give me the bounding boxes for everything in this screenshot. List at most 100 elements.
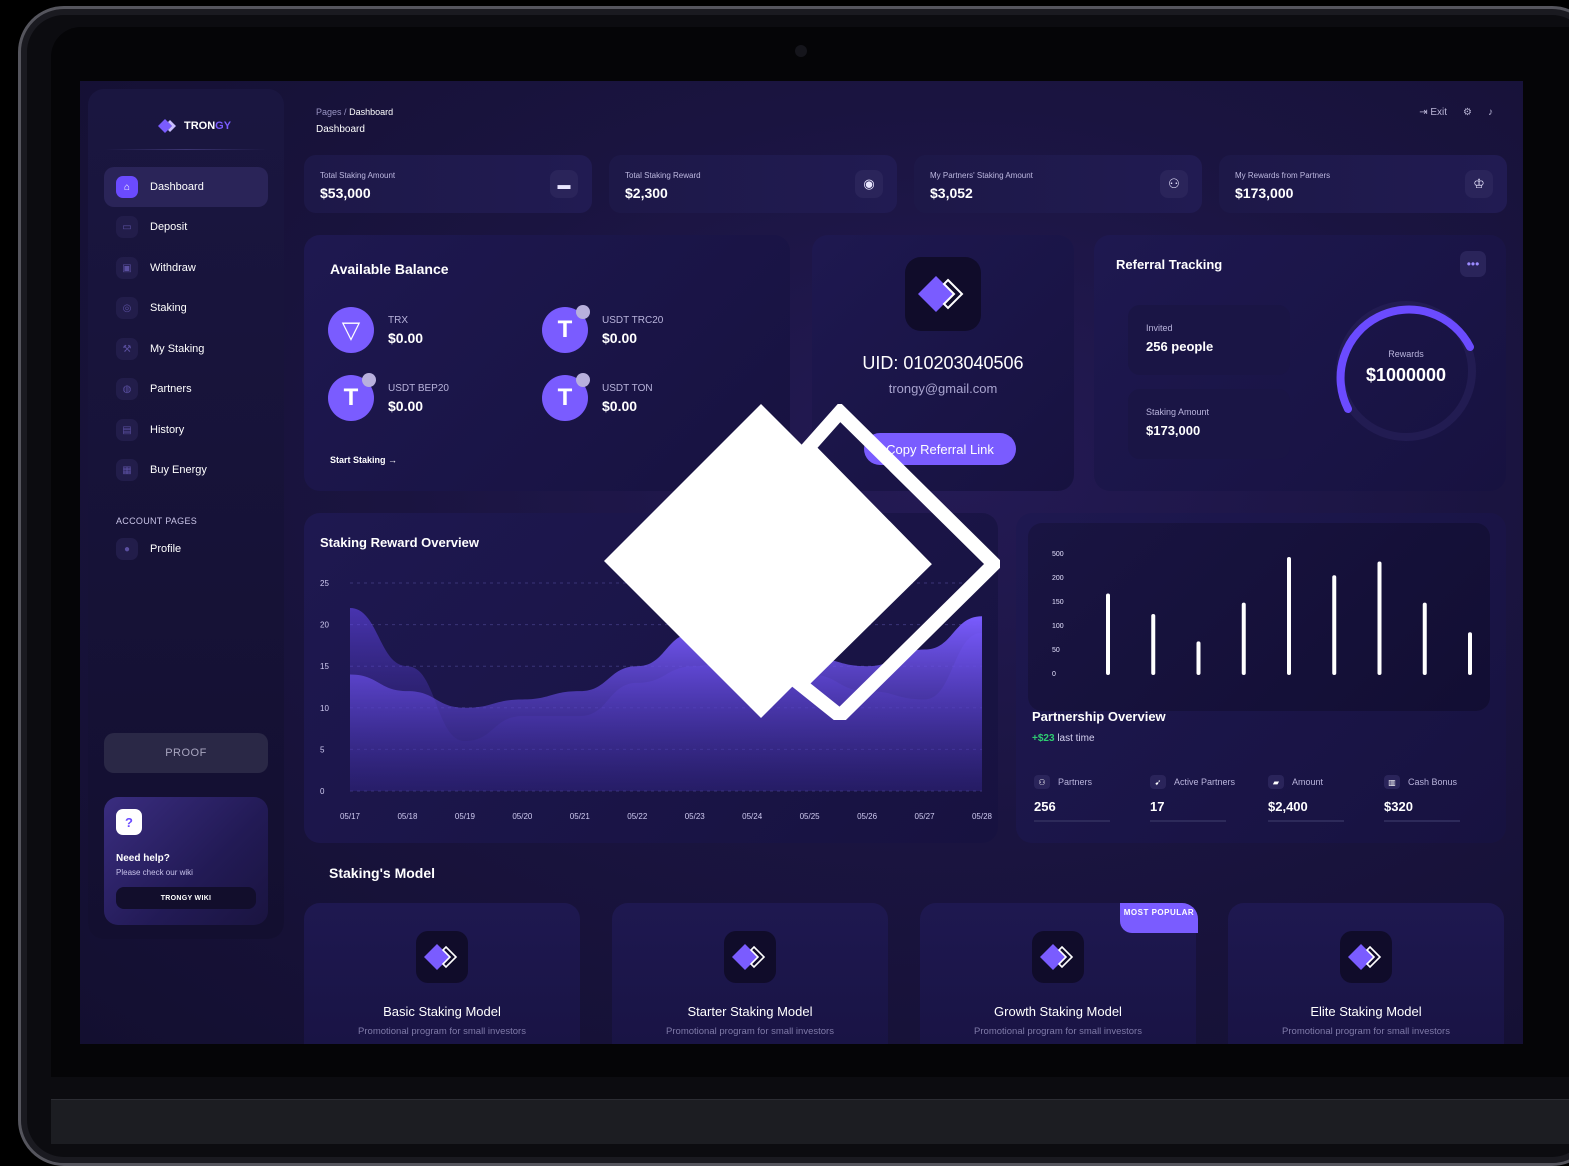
x-tick-label: 05/28 — [972, 812, 993, 821]
y-tick-label: 150 — [1052, 599, 1064, 606]
coin-value: $0.00 — [388, 397, 424, 414]
stat-label: Cash Bonus — [1408, 777, 1458, 787]
stat-progress — [1384, 820, 1460, 822]
stat-value: $2,400 — [1268, 799, 1308, 814]
sidebar-item-staking[interactable]: ◎ Staking — [104, 288, 268, 328]
globe-icon: ◍ — [116, 378, 138, 400]
arrow-right-icon: → — [388, 455, 398, 465]
rewards-gauge: Rewards $1000000 — [1330, 295, 1482, 447]
model-name: Growth Staking Model — [994, 1004, 1122, 1019]
active-partners-stat: ➹ Active Partners 17 — [1150, 775, 1260, 822]
sidebar-item-profile[interactable]: ● Profile — [104, 529, 268, 569]
stat-value: 256 — [1034, 799, 1056, 814]
wiki-button[interactable]: TRONGY WIKI — [116, 887, 256, 909]
user-email: trongy@gmail.com — [888, 381, 998, 396]
most-popular-badge: MOST POPULAR — [1120, 903, 1198, 933]
sidebar-item-my-staking[interactable]: ⚒ My Staking — [104, 329, 268, 369]
coins-icon: ◉ — [855, 170, 883, 198]
delta-suffix: last time — [1057, 733, 1095, 744]
y-tick-label: 20 — [320, 621, 329, 630]
y-tick-label: 50 — [1052, 647, 1060, 654]
sidebar-item-label: Staking — [150, 302, 187, 314]
amount-stat: ▰ Amount $2,400 — [1268, 775, 1378, 822]
rewards-label: Rewards — [1388, 349, 1424, 359]
network-badge-icon — [576, 373, 590, 387]
stat-progress — [1150, 820, 1226, 822]
more-icon[interactable]: ••• — [1460, 251, 1486, 277]
camera-icon — [795, 45, 807, 57]
calendar-icon: ▦ — [116, 459, 138, 481]
rocket-icon: ➹ — [1150, 775, 1166, 789]
sidebar-item-withdraw[interactable]: ▣ Withdraw — [104, 248, 268, 288]
model-card-basic[interactable]: Basic Staking Model Promotional program … — [304, 903, 580, 1044]
sidebar-item-label: Dashboard — [150, 181, 204, 193]
x-tick-label: 05/20 — [512, 812, 533, 821]
invited-value: 256 people — [1146, 339, 1214, 354]
wallet-icon: ▣ — [116, 257, 138, 279]
users-icon: ⚇ — [1034, 775, 1050, 789]
logo-text-accent: GY — [215, 120, 232, 132]
model-name: Starter Staking Model — [687, 1004, 813, 1019]
sidebar-item-label: History — [150, 424, 185, 436]
sidebar-item-label: Withdraw — [150, 262, 196, 274]
diamond-logo-icon — [1340, 931, 1392, 983]
logo-icon — [905, 257, 981, 331]
stat-card-partners-staking: My Partners' Staking Amount $3,052 ⚇ — [914, 155, 1202, 213]
sidebar-item-partners[interactable]: ◍ Partners — [104, 369, 268, 409]
stat-label: Amount — [1292, 777, 1324, 787]
panel-title: Available Balance — [330, 261, 449, 277]
y-tick-label: 0 — [1052, 671, 1056, 678]
model-card-elite[interactable]: Elite Staking Model Promotional program … — [1228, 903, 1504, 1044]
tron-icon: ▽ — [328, 307, 374, 353]
y-tick-label: 5 — [320, 745, 325, 754]
panel-title: Referral Tracking — [1116, 257, 1223, 272]
x-tick-label: 05/23 — [685, 812, 706, 821]
y-tick-label: 200 — [1052, 575, 1064, 582]
breadcrumb-root[interactable]: Pages — [316, 107, 342, 117]
tether-icon: T — [542, 373, 590, 421]
bonus-icon: ▥ — [1384, 775, 1400, 789]
help-title: Need help? — [116, 853, 170, 864]
coin-value: $0.00 — [388, 329, 424, 346]
x-tick-label: 05/21 — [570, 812, 591, 821]
breadcrumb-current: Dashboard — [349, 107, 394, 117]
stat-label: Total Staking Reward — [625, 171, 701, 180]
stat-value: $3,052 — [930, 185, 973, 201]
start-staking-link[interactable]: Start Staking → — [330, 455, 397, 465]
card-icon: ▭ — [116, 216, 138, 238]
sidebar-item-buy-energy[interactable]: ▦ Buy Energy — [104, 450, 268, 490]
model-card-starter[interactable]: Starter Staking Model Promotional progra… — [612, 903, 888, 1044]
gear-icon[interactable]: ⚙ — [1463, 107, 1472, 118]
y-tick-label: 25 — [320, 579, 329, 588]
sidebar-item-dashboard[interactable]: ⌂ Dashboard — [104, 167, 268, 207]
y-tick-label: 15 — [320, 662, 329, 671]
partnership-title: Partnership Overview — [1032, 709, 1166, 724]
stat-value: $173,000 — [1235, 185, 1294, 201]
diamond-logo-icon — [918, 276, 964, 312]
bell-icon[interactable]: ♪ — [1488, 107, 1493, 118]
breadcrumb-separator: / — [344, 107, 347, 117]
divider — [104, 149, 268, 150]
sidebar-item-deposit[interactable]: ▭ Deposit — [104, 207, 268, 247]
section-label: ACCOUNT PAGES — [116, 516, 198, 526]
x-tick-label: 05/17 — [340, 812, 361, 821]
sidebar-item-label: Partners — [150, 383, 192, 395]
app-logo[interactable]: TRONGY — [158, 119, 231, 133]
y-tick-label: 0 — [320, 787, 325, 796]
coin-usdt-trc20: T USDT TRC20 $0.00 — [542, 305, 663, 353]
model-card-growth[interactable]: MOST POPULAR Growth Staking Model Promot… — [920, 903, 1198, 1044]
uid-text: UID: 010203040506 — [862, 353, 1024, 373]
coin-name: USDT TON — [602, 382, 653, 394]
x-tick-label: 05/26 — [857, 812, 878, 821]
header-actions: ⇥ Exit ⚙ ♪ — [1419, 107, 1493, 118]
home-icon: ⌂ — [116, 176, 138, 198]
sidebar-item-history[interactable]: ▤ History — [104, 410, 268, 450]
proof-button[interactable]: PROOF — [104, 733, 268, 773]
stat-label: Active Partners — [1174, 777, 1236, 787]
partnership-delta: +$23 last time — [1032, 733, 1095, 744]
help-subtitle: Please check our wiki — [116, 868, 193, 877]
breadcrumb: Pages / Dashboard — [316, 107, 393, 117]
x-tick-label: 05/19 — [455, 812, 476, 821]
exit-button[interactable]: ⇥ Exit — [1419, 107, 1447, 118]
sidebar-item-label: My Staking — [150, 343, 205, 355]
